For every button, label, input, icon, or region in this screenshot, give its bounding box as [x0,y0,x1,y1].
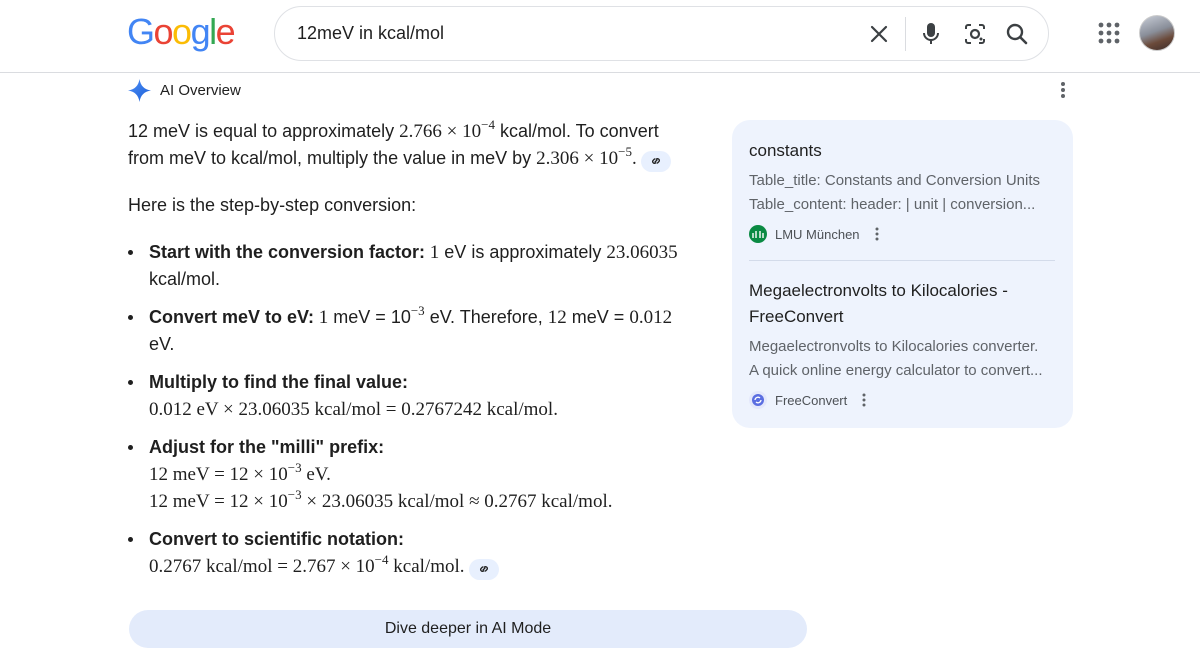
list-item: Convert meV to eV: 1 meV = 10−3 eV. Ther… [128,304,688,358]
list-item: Multiply to find the final value: 0.012 … [128,369,688,423]
ai-overview-header: AI Overview [128,78,241,102]
list-item: Start with the conversion factor: 1 eV i… [128,239,688,293]
step4-l2-exponent: −3 [287,487,302,502]
source-title[interactable]: Megaelectronvolts to Kilocalories - Free… [749,278,1056,330]
step1-unit: kcal/mol. [149,269,221,289]
summary-exponent-2: −5 [618,144,632,159]
step4-equation-1: 12 meV = 12 × 10−3 eV. [149,461,688,488]
link-icon [651,158,660,164]
summary-value-2: 2.306 × 10 [536,148,619,169]
step5-label: Convert to scientific notation: [149,529,405,549]
step3-label: Multiply to find the final value: [149,372,408,392]
search-box[interactable]: 12meV in kcal/mol [274,6,1049,61]
source-meta: FreeConvert [749,391,1056,409]
step4-equation-2: 12 meV = 12 × 10−3 × 23.06035 kcal/mol ≈… [149,488,688,515]
freeconvert-favicon-icon [749,391,767,409]
avatar[interactable] [1139,15,1175,51]
step2-unit: eV. [149,334,175,354]
gemini-sparkle-icon [128,78,151,102]
step2-value: 0.012 [629,307,673,328]
lmu-favicon-icon [749,225,767,243]
step2-text-1: meV = 10 [328,307,411,327]
source-meta: LMU München [749,225,1056,243]
source-card[interactable]: constants Table_title: Constants and Con… [749,138,1056,243]
steps-intro: Here is the step-by-step conversion: [128,195,417,215]
steps-list: Start with the conversion factor: 1 eV i… [128,239,688,580]
step2-one: 1 [314,307,329,328]
dive-deeper-button[interactable]: Dive deeper in AI Mode [129,610,807,648]
source-snippet: Megaelectronvolts to Kilocalories conver… [749,338,1039,355]
summary-period: . [631,148,637,169]
step4-l1-unit: eV. [301,464,331,485]
header: Google 12meV in kcal/mol [0,0,1200,73]
link-icon [479,566,488,572]
step5-exponent: −4 [374,552,389,567]
list-item: Convert to scientific notation: 0.2767 k… [128,526,688,580]
clear-icon[interactable] [866,21,892,47]
step1-label: Start with the conversion factor: [149,242,426,262]
source-site: FreeConvert [775,392,848,408]
source-snippet: Table_content: header: | unit | conversi… [749,196,1036,213]
step2-exponent: −3 [410,303,425,318]
search-divider [905,17,906,51]
answer-summary: 12 meV is equal to approximately 2.766 ×… [128,118,688,172]
step4-l1-exponent: −3 [287,460,302,475]
source-site: LMU München [775,226,860,242]
source-more-icon[interactable] [859,392,869,408]
step4-l2-text: 12 meV = 12 × 10 [149,491,288,512]
step4-label: Adjust for the "milli" prefix: [149,437,385,457]
source-more-icon[interactable] [872,226,882,242]
step1-value: 23.06035 [606,242,678,263]
more-options-icon[interactable] [1054,80,1072,100]
step5-text: 0.2767 kcal/mol = 2.767 × 10 [149,556,375,577]
step3-equation: 0.012 eV × 23.06035 kcal/mol = 0.2767242… [149,399,558,420]
summary-text-1: 12 meV is equal to approximately [128,121,400,141]
step2-text-3: meV = [566,307,630,327]
lens-camera-icon[interactable] [962,21,988,47]
search-icon[interactable] [1004,21,1030,47]
ai-overview-title: AI Overview [160,81,241,99]
summary-value-1: 2.766 [399,121,442,142]
step4-l1-text: 12 meV = 12 × 10 [149,464,288,485]
source-snippet: A quick online energy calculator to conv… [749,362,1043,379]
apps-grid-icon[interactable] [1096,20,1122,46]
step4-l2-rest: × 23.06035 kcal/mol ≈ 0.2767 kcal/mol. [301,491,613,512]
step5-unit: kcal/mol. [388,556,465,577]
source-link-chip[interactable] [640,150,671,172]
ai-overview-answer: 12 meV is equal to approximately 2.766 ×… [128,118,688,591]
sources-panel: constants Table_title: Constants and Con… [732,120,1073,428]
summary-times-1: × 10 [441,121,482,142]
summary-exponent-1: −4 [481,117,495,132]
step2-twelve: 12 [547,307,567,328]
source-link-chip[interactable] [468,558,499,580]
source-snippet: Table_title: Constants and Conversion Un… [749,172,1040,189]
step1-one: 1 [425,242,440,263]
list-item: Adjust for the "milli" prefix: 12 meV = … [128,434,688,515]
source-card[interactable]: Megaelectronvolts to Kilocalories - Free… [749,278,1056,409]
microphone-icon[interactable] [918,21,944,47]
step2-text-2: eV. Therefore, [424,307,548,327]
step2-label: Convert meV to eV: [149,307,315,327]
source-divider [749,260,1055,261]
search-input[interactable]: 12meV in kcal/mol [297,23,444,44]
step1-text: eV is approximately [439,242,607,262]
google-logo[interactable]: Google [127,12,236,52]
source-title[interactable]: constants [749,138,1056,164]
step5-equation: 0.2767 kcal/mol = 2.767 × 10−4 kcal/mol. [149,553,688,580]
